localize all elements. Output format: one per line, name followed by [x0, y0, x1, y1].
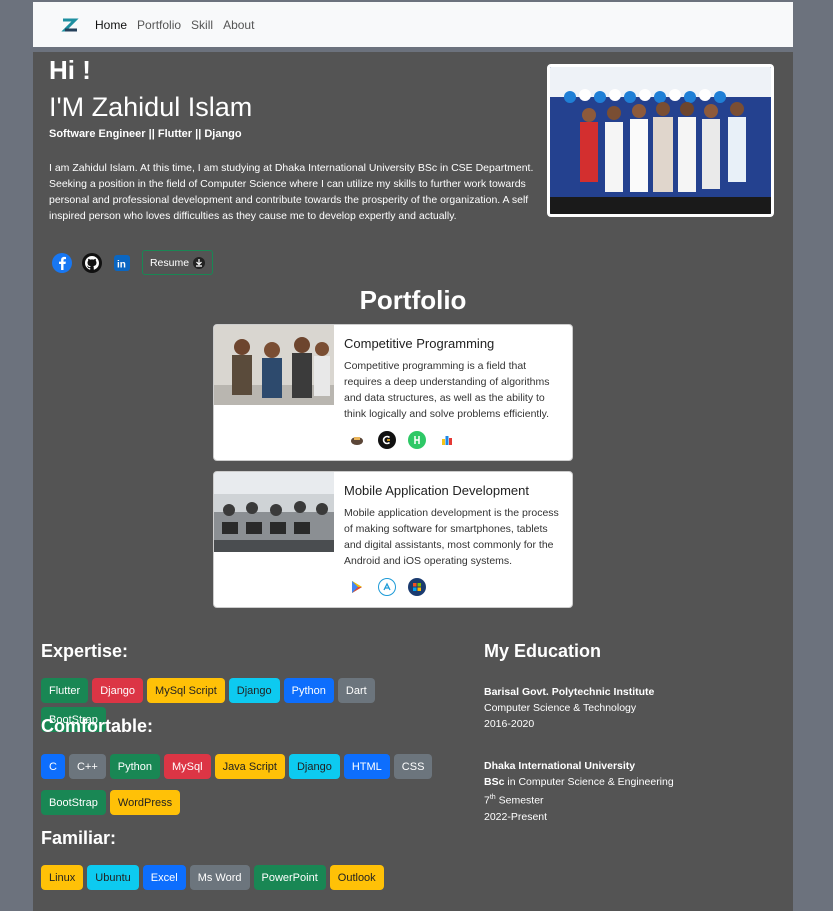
navbar: Home Portfolio Skill About — [33, 2, 793, 47]
codeforces-c-icon[interactable] — [378, 431, 396, 449]
portfolio-title: Portfolio — [359, 285, 467, 315]
skill-badge: Flutter — [41, 678, 89, 703]
skill-badge: Dart — [337, 678, 375, 703]
download-icon — [193, 256, 206, 269]
skill-badge: Python — [283, 678, 334, 703]
microsoft-store-icon[interactable] — [408, 578, 426, 596]
main-content: Hi ! I'M Zahidul Islam Software Engineer… — [33, 52, 793, 911]
degree-rest: in Computer Science & Engineering — [504, 776, 674, 788]
years: 2016-2020 — [484, 718, 535, 730]
resume-label: Resume — [149, 256, 190, 269]
skill-badge: WordPress — [109, 790, 181, 815]
hackerrank-icon[interactable] — [408, 431, 426, 449]
play-store-icon[interactable] — [348, 578, 366, 596]
skill-badge: MySql — [164, 754, 211, 779]
codechef-icon[interactable] — [348, 431, 366, 449]
hero-bio: I am Zahidul Islam. At this time, I am s… — [49, 162, 534, 222]
card-text: Mobile application development is the pr… — [344, 507, 559, 567]
brand-logo[interactable] — [50, 11, 90, 39]
hero-photo — [547, 64, 774, 217]
card-text: Competitive programming is a field that … — [344, 360, 550, 420]
hero-role: Software Engineer || Flutter || Django — [49, 128, 242, 140]
skill-badge: Django — [92, 678, 144, 703]
resume-button[interactable]: Resume — [142, 250, 213, 275]
skill-badge: Linux — [41, 865, 84, 890]
skill-badge: Django — [228, 678, 280, 703]
card-icons — [348, 431, 456, 449]
facebook-icon[interactable] — [52, 252, 72, 273]
nav-portfolio[interactable]: Portfolio — [132, 18, 186, 32]
skill-badge: Outlook — [329, 865, 384, 890]
portfolio-card-competitive-programming[interactable]: Competitive Programming Competitive prog… — [213, 324, 573, 461]
z-logo-icon — [61, 18, 79, 31]
greeting: Hi ! — [49, 55, 91, 85]
comfortable-badges: C C++ Python MySql Java Script Django HT… — [41, 754, 441, 815]
skill-badge: Django — [288, 754, 340, 779]
codeforces-bars-icon[interactable] — [438, 431, 456, 449]
competitive-programming-image — [214, 325, 334, 405]
skill-badge: Ubuntu — [87, 865, 139, 890]
nav-home[interactable]: Home — [90, 18, 132, 32]
skill-badge: CSS — [393, 754, 433, 779]
education-entry: Dhaka International University BSc in Co… — [484, 758, 674, 825]
hero-name: I'M Zahidul Islam — [49, 92, 253, 122]
institute-name: Barisal Govt. Polytechnic Institute — [484, 686, 655, 698]
skill-badge: C — [41, 754, 65, 779]
skill-badge: HTML — [343, 754, 390, 779]
skill-badge: BootStrap — [41, 790, 106, 815]
degree: BSc in Computer Science & Engineering — [484, 774, 674, 790]
familiar-title: Familiar: — [41, 828, 117, 848]
familiar-badges: Linux Ubuntu Excel Ms Word PowerPoint Ou… — [41, 865, 441, 890]
expertise-title: Expertise: — [41, 641, 129, 661]
education-entry: Barisal Govt. Polytechnic Institute Comp… — [484, 684, 654, 732]
years: 2022-Present — [484, 810, 548, 823]
portfolio-card-mobile-app-dev[interactable]: Mobile Application Development Mobile ap… — [213, 471, 573, 608]
card-title: Competitive Programming — [344, 336, 495, 351]
skill-badge: Python — [109, 754, 160, 779]
nav-about[interactable]: About — [218, 18, 259, 32]
semester: 7th Semester — [484, 790, 674, 809]
skill-badge: PowerPoint — [253, 865, 326, 890]
institute-name: Dhaka International University — [484, 760, 636, 772]
nav-skill[interactable]: Skill — [186, 18, 218, 32]
degree: Computer Science & Technology — [484, 702, 637, 714]
degree-abbr: BSc — [484, 776, 505, 788]
skill-badge: C++ — [68, 754, 106, 779]
skill-badge: Java Script — [214, 754, 285, 779]
skill-badge: Excel — [142, 865, 186, 890]
github-icon[interactable] — [82, 252, 102, 273]
svg-text:in: in — [117, 259, 126, 270]
skill-badge: MySql Script — [147, 678, 225, 703]
semester-label: Semester — [495, 794, 544, 807]
linkedin-icon[interactable]: in — [112, 253, 132, 273]
social-links: in Resume — [52, 250, 213, 275]
education-title: My Education — [484, 641, 602, 661]
mobile-app-dev-image — [214, 472, 334, 552]
skill-badge: Ms Word — [189, 865, 250, 890]
card-title: Mobile Application Development — [344, 483, 529, 498]
comfortable-title: Comfortable: — [41, 716, 153, 736]
card-icons — [348, 578, 426, 596]
app-store-icon[interactable] — [378, 578, 396, 596]
nav-links: Home Portfolio Skill About — [90, 18, 259, 32]
